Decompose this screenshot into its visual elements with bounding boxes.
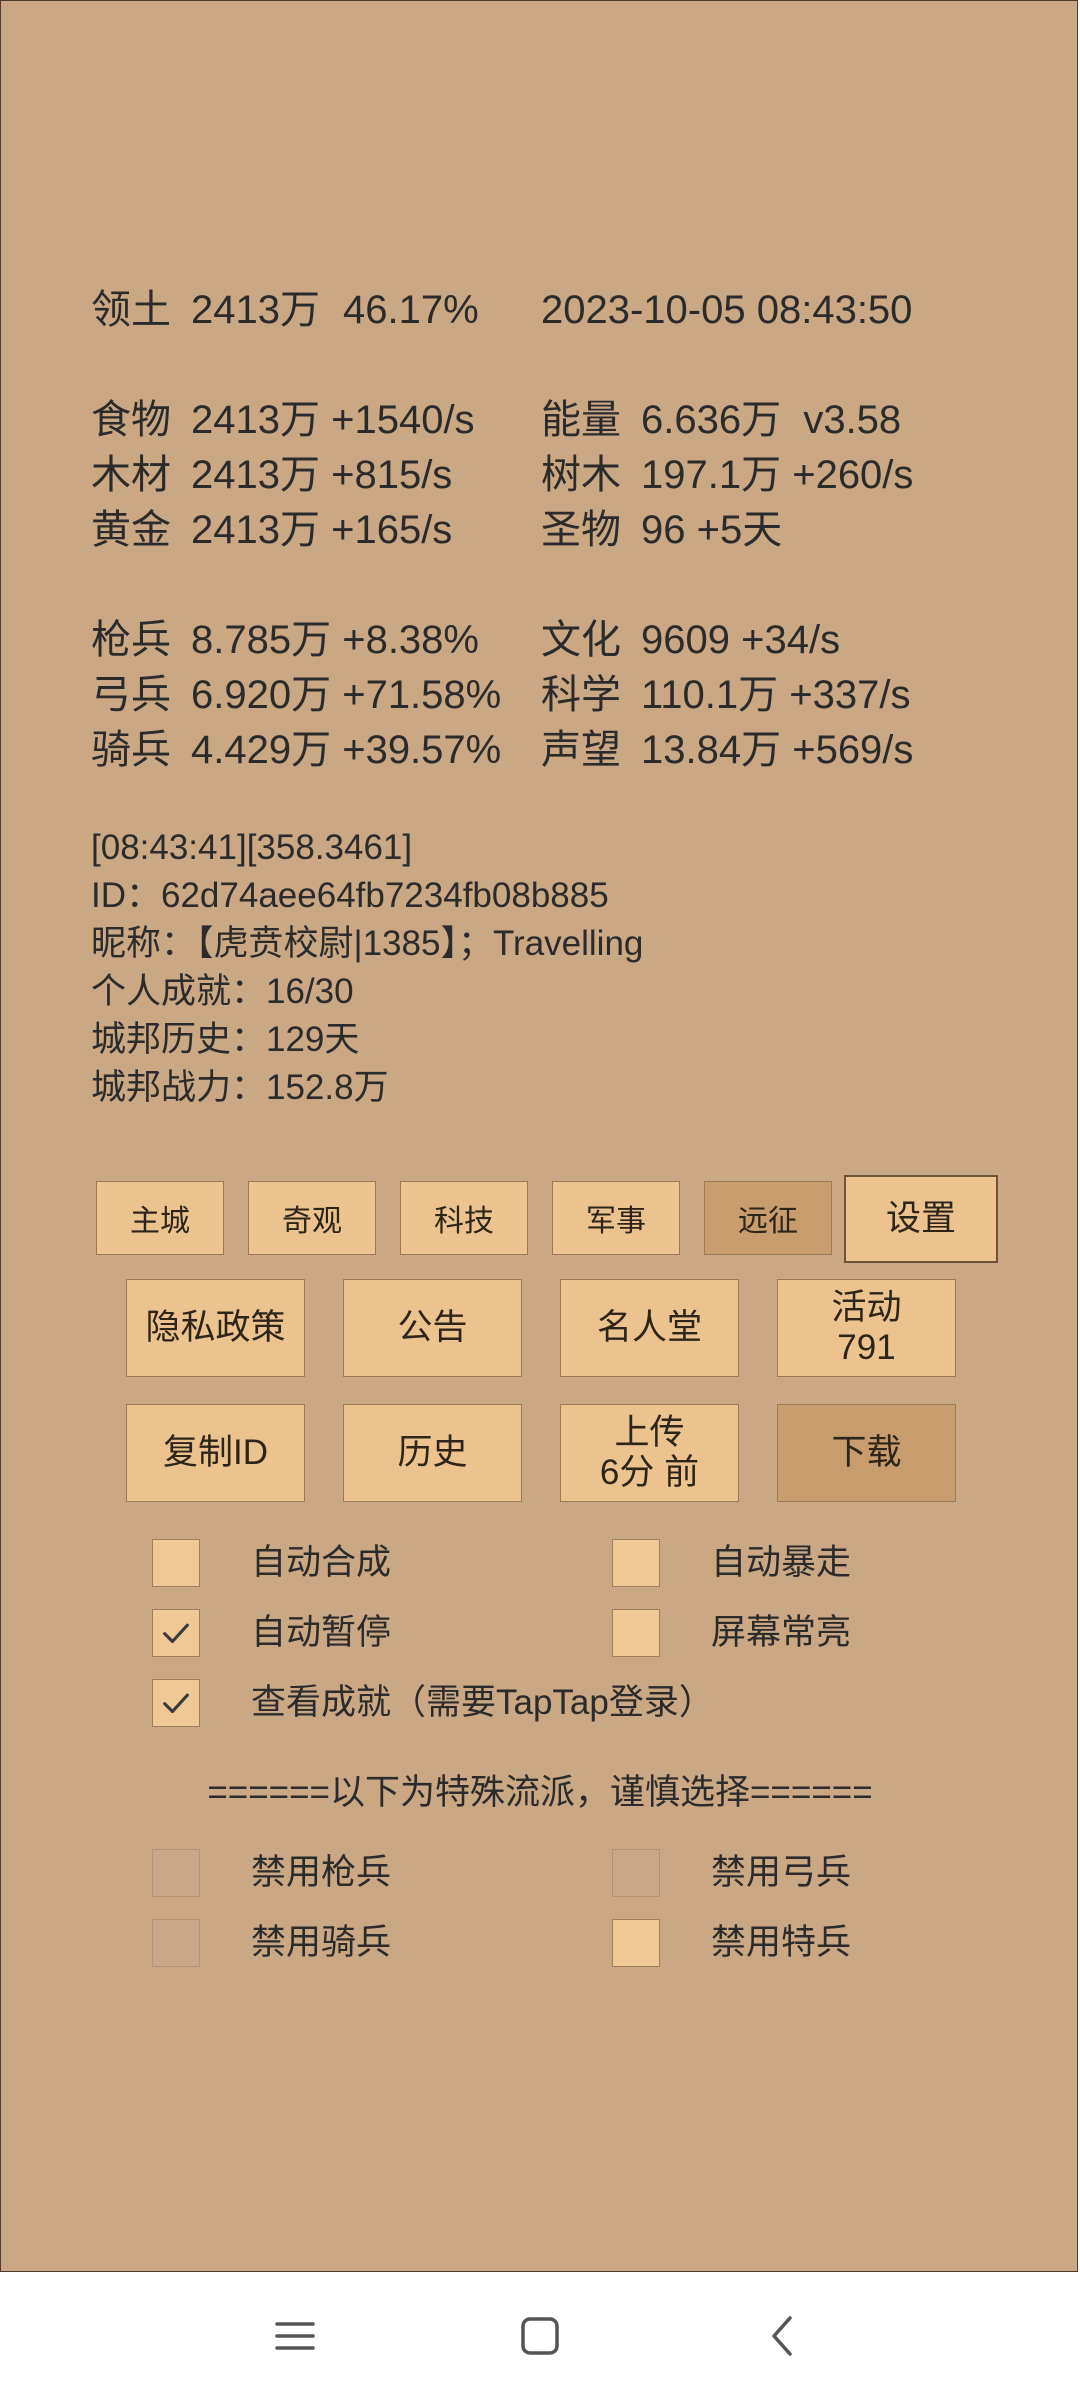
auto-pause-checkbox[interactable]: [152, 1609, 200, 1657]
stat-label: 文化: [541, 618, 621, 662]
checkmark-icon: [163, 1623, 189, 1644]
screen-on-label: 屏幕常亮: [711, 1613, 852, 1652]
resource-energy: 能量 6.636万 v3.58: [541, 393, 1041, 448]
download-button[interactable]: 下载: [777, 1404, 956, 1502]
army-cavalry: 骑兵 4.429万 +39.57%: [91, 723, 531, 778]
activity-button[interactable]: 活动 791: [777, 1279, 956, 1377]
history-button[interactable]: 历史: [343, 1404, 522, 1502]
resource-label: 食物: [91, 398, 171, 442]
stat-label: 声望: [541, 728, 621, 772]
resource-trees: 树木 197.1万 +260/s: [541, 448, 1041, 503]
disable-spear-label: 禁用枪兵: [251, 1853, 392, 1892]
army-label: 弓兵: [91, 673, 171, 717]
notice-button[interactable]: 公告: [343, 1279, 522, 1377]
territory-percent: 46.17%: [343, 288, 479, 332]
resource-label: 圣物: [541, 508, 621, 552]
resource-value: 6.636万 v3.58: [641, 398, 902, 442]
view-achievements-checkbox[interactable]: [152, 1679, 200, 1727]
territory-row: 领土 2413万 46.17%: [91, 283, 571, 338]
disable-spear-checkbox[interactable]: [152, 1849, 200, 1897]
history-line: 城邦历史：129天: [91, 1020, 360, 1059]
resource-label: 黄金: [91, 508, 171, 552]
copy-id-button[interactable]: 复制ID: [126, 1404, 305, 1502]
tab-military[interactable]: 军事: [552, 1181, 680, 1255]
army-label: 枪兵: [91, 618, 171, 662]
army-archer: 弓兵 6.920万 +71.58%: [91, 668, 531, 723]
disable-special-checkbox[interactable]: [612, 1919, 660, 1967]
checkmark-icon: [163, 1693, 189, 1714]
home-icon[interactable]: [512, 2308, 568, 2364]
log-line: [08:43:41][358.3461]: [91, 828, 413, 867]
tab-wonders[interactable]: 奇观: [248, 1181, 376, 1255]
activity-count: 791: [837, 1328, 896, 1367]
army-value: 4.429万 +39.57%: [191, 728, 502, 772]
territory-value: 2413万: [191, 288, 320, 332]
auto-pause-label: 自动暂停: [251, 1613, 392, 1652]
screen-on-checkbox[interactable]: [612, 1609, 660, 1657]
view-achievements-label: 查看成就（需要TapTap登录）: [251, 1683, 714, 1722]
stat-prestige: 声望 13.84万 +569/s: [541, 723, 1041, 778]
activity-label: 活动: [831, 1288, 902, 1327]
menu-icon[interactable]: [267, 2308, 323, 2364]
army-value: 6.920万 +71.58%: [191, 673, 502, 717]
resource-wood: 木材 2413万 +815/s: [91, 448, 521, 503]
resource-value: 197.1万 +260/s: [641, 453, 914, 497]
achievement-line: 个人成就：16/30: [91, 972, 354, 1011]
auto-synth-checkbox[interactable]: [152, 1539, 200, 1587]
disable-cavalry-label: 禁用骑兵: [251, 1923, 392, 1962]
disable-cavalry-checkbox[interactable]: [152, 1919, 200, 1967]
tab-main-city[interactable]: 主城: [96, 1181, 224, 1255]
army-label: 骑兵: [91, 728, 171, 772]
resource-value: 2413万 +1540/s: [191, 398, 475, 442]
nickname-line: 昵称：【虎贲校尉|1385】；Travelling: [91, 924, 644, 963]
resource-value: 2413万 +815/s: [191, 453, 453, 497]
resource-label: 木材: [91, 453, 171, 497]
army-spear: 枪兵 8.785万 +8.38%: [91, 613, 531, 668]
power-line: 城邦战力：152.8万: [91, 1068, 389, 1107]
disable-archer-label: 禁用弓兵: [711, 1853, 852, 1892]
upload-time: 6分 前: [599, 1453, 700, 1492]
auto-rampage-label: 自动暴走: [711, 1543, 852, 1582]
special-divider: ======以下为特殊流派，谨慎选择======: [207, 1773, 873, 1812]
datetime: 2023-10-05 08:43:50: [541, 288, 913, 332]
tab-tech[interactable]: 科技: [400, 1181, 528, 1255]
resource-label: 树木: [541, 453, 621, 497]
army-value: 8.785万 +8.38%: [191, 618, 479, 662]
stat-culture: 文化 9609 +34/s: [541, 613, 1041, 668]
disable-archer-checkbox[interactable]: [612, 1849, 660, 1897]
stat-label: 科学: [541, 673, 621, 717]
privacy-policy-button[interactable]: 隐私政策: [126, 1279, 305, 1377]
id-line: ID：62d74aee64fb7234fb08b885: [91, 876, 609, 915]
back-icon[interactable]: [756, 2308, 812, 2364]
game-screen: 领土 2413万 46.17% 2023-10-05 08:43:50 食物 2…: [0, 0, 1078, 2272]
tab-expedition[interactable]: 远征: [704, 1181, 832, 1255]
stat-value: 110.1万 +337/s: [641, 673, 911, 717]
disable-special-label: 禁用特兵: [711, 1923, 852, 1962]
territory-label: 领土: [91, 288, 171, 332]
stat-science: 科学 110.1万 +337/s: [541, 668, 1041, 723]
settings-button[interactable]: 设置: [844, 1175, 998, 1263]
auto-synth-label: 自动合成: [251, 1543, 392, 1582]
auto-rampage-checkbox[interactable]: [612, 1539, 660, 1587]
resource-food: 食物 2413万 +1540/s: [91, 393, 521, 448]
system-nav-bar: [0, 2272, 1080, 2400]
resource-value: 2413万 +165/s: [191, 508, 453, 552]
hall-of-fame-button[interactable]: 名人堂: [560, 1279, 739, 1377]
stat-value: 9609 +34/s: [641, 618, 841, 662]
resource-label: 能量: [541, 398, 621, 442]
upload-button[interactable]: 上传 6分 前: [560, 1404, 739, 1502]
stat-value: 13.84万 +569/s: [641, 728, 914, 772]
resource-gold: 黄金 2413万 +165/s: [91, 503, 521, 558]
resource-value: 96 +5天: [641, 508, 783, 552]
resource-relics: 圣物 96 +5天: [541, 503, 1041, 558]
upload-label: 上传: [614, 1413, 685, 1452]
